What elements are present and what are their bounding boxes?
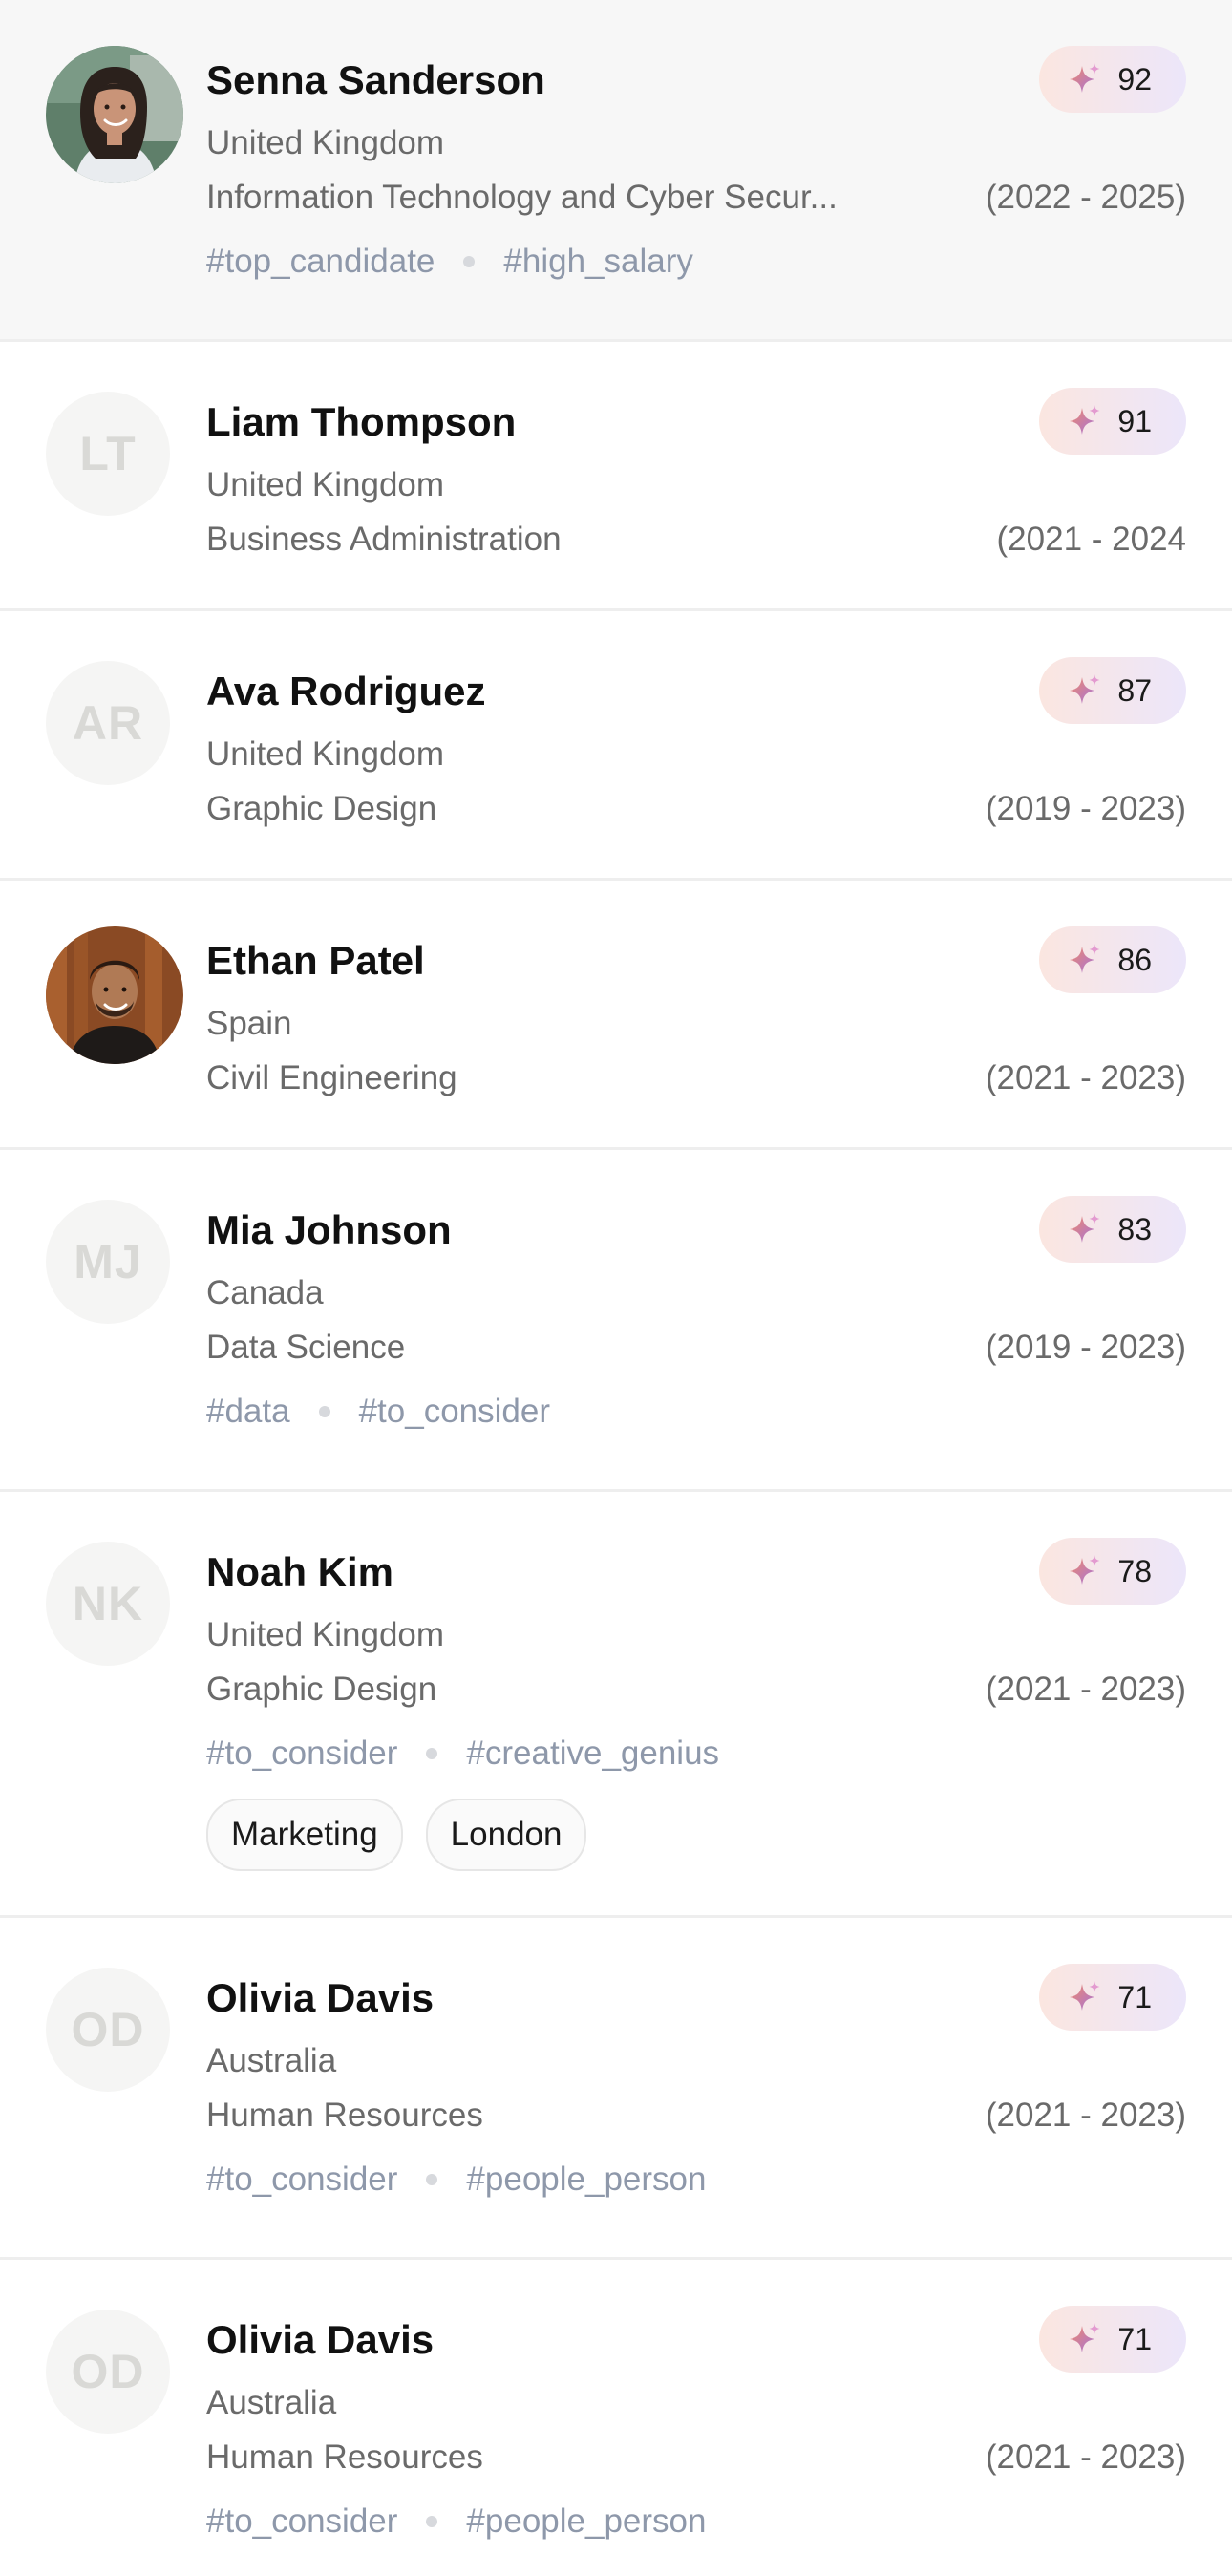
match-score-value: 83	[1117, 1211, 1152, 1246]
avatar-initials: LT	[46, 392, 170, 516]
sparkle-icon	[1070, 1981, 1100, 2011]
candidate-study-years: (2021 - 2023)	[985, 2438, 1186, 2476]
match-score-value: 87	[1117, 672, 1152, 708]
candidate-field-of-study: Information Technology and Cyber Secur..…	[206, 179, 838, 216]
tag-list: #data #to_consider	[206, 1378, 1186, 1445]
tag-list: #top_candidate #high_salary	[206, 228, 1186, 295]
candidate-study-years: (2021 - 2023)	[985, 1059, 1186, 1096]
avatar-initials: OD	[46, 2310, 170, 2434]
tag-separator	[426, 2516, 438, 2527]
candidate-field-of-study: Graphic Design	[206, 790, 437, 827]
candidate-card[interactable]: MJ Mia Johnson 83 Canada Data Science (2…	[0, 1150, 1232, 1492]
hashtag-link[interactable]: #to_consider	[206, 2488, 397, 2555]
sparkle-icon	[1070, 1555, 1100, 1585]
candidate-card[interactable]: OD Olivia Davis 71 Australia Human Resou…	[0, 2260, 1232, 2576]
match-score-badge: 78	[1039, 1538, 1186, 1605]
tag-separator	[463, 256, 476, 267]
candidate-study-years: (2019 - 2023)	[985, 1329, 1186, 1366]
candidate-study-years: (2022 - 2025)	[985, 179, 1186, 216]
match-score-value: 91	[1117, 403, 1152, 438]
match-score-badge: 71	[1039, 1964, 1186, 2031]
match-score-badge: 91	[1039, 388, 1186, 455]
avatar-initials: AR	[46, 661, 170, 785]
tag-separator	[318, 1406, 330, 1417]
tag-list: #to_consider #creative_genius	[206, 1720, 1186, 1787]
candidate-country: United Kingdom	[206, 466, 445, 503]
tag-separator	[426, 1748, 438, 1759]
label-chip[interactable]: Marketing	[206, 1799, 403, 1871]
candidate-card[interactable]: LT Liam Thompson 91 United Kingdom Busin…	[0, 342, 1232, 611]
candidate-study-years: (2021 - 2023)	[985, 1671, 1186, 1708]
hashtag-link[interactable]: #to_consider	[206, 1720, 397, 1787]
match-score-value: 78	[1117, 1553, 1152, 1588]
tag-list: #to_consider #people_person	[206, 2488, 1186, 2555]
hashtag-link[interactable]: #creative_genius	[466, 1720, 719, 1787]
hashtag-link[interactable]: #high_salary	[503, 228, 692, 295]
candidate-study-years: (2021 - 2023)	[985, 2097, 1186, 2134]
match-score-badge: 86	[1039, 926, 1186, 993]
candidate-card[interactable]: Ethan Patel 86 Spain Civil Engineering (…	[0, 881, 1232, 1150]
candidate-country: United Kingdom	[206, 735, 445, 773]
candidate-photo	[46, 46, 183, 183]
candidate-country: United Kingdom	[206, 1616, 445, 1653]
avatar	[46, 926, 183, 1064]
sparkle-icon	[1070, 63, 1100, 93]
candidate-photo	[46, 926, 183, 1064]
hashtag-link[interactable]: #to_consider	[359, 1378, 550, 1445]
match-score-value: 86	[1117, 942, 1152, 977]
candidate-card[interactable]: NK Noah Kim 78 United Kingdom Graphic De…	[0, 1492, 1232, 1918]
avatar-initials: MJ	[46, 1200, 170, 1324]
candidate-study-years: (2021 - 2024	[996, 521, 1186, 558]
tag-list: #to_consider #people_person	[206, 2146, 1186, 2213]
candidate-field-of-study: Civil Engineering	[206, 1059, 457, 1096]
hashtag-link[interactable]: #people_person	[466, 2488, 706, 2555]
candidate-field-of-study: Data Science	[206, 1329, 406, 1366]
candidate-field-of-study: Human Resources	[206, 2438, 483, 2476]
candidate-country: Spain	[206, 1005, 292, 1042]
sparkle-icon	[1070, 2323, 1100, 2352]
avatar-initials: OD	[46, 1968, 170, 2092]
candidate-country: Canada	[206, 1274, 324, 1311]
match-score-badge: 87	[1039, 657, 1186, 724]
candidate-card[interactable]: Senna Sanderson 92 United Kingdom Inform…	[0, 0, 1232, 342]
avatar	[46, 46, 183, 183]
sparkle-icon	[1070, 1213, 1100, 1243]
candidate-field-of-study: Graphic Design	[206, 1671, 437, 1708]
candidate-field-of-study: Human Resources	[206, 2097, 483, 2134]
match-score-badge: 83	[1039, 1196, 1186, 1263]
hashtag-link[interactable]: #top_candidate	[206, 228, 435, 295]
candidate-list: Senna Sanderson 92 United Kingdom Inform…	[0, 0, 1232, 2576]
avatar-initials: NK	[46, 1542, 170, 1666]
candidate-country: Australia	[206, 2384, 337, 2421]
label-chip[interactable]: London	[425, 1799, 587, 1871]
sparkle-icon	[1070, 405, 1100, 435]
candidate-field-of-study: Business Administration	[206, 521, 562, 558]
candidate-card[interactable]: OD Olivia Davis 71 Australia Human Resou…	[0, 1918, 1232, 2260]
match-score-value: 92	[1117, 61, 1152, 96]
match-score-value: 71	[1117, 1979, 1152, 2014]
hashtag-link[interactable]: #data	[206, 1378, 290, 1445]
hashtag-link[interactable]: #to_consider	[206, 2146, 397, 2213]
match-score-badge: 92	[1039, 46, 1186, 113]
candidate-country: United Kingdom	[206, 124, 445, 161]
match-score-value: 71	[1117, 2321, 1152, 2356]
tag-separator	[426, 2174, 438, 2185]
chip-list: Marketing London	[206, 1799, 1186, 1871]
candidate-study-years: (2019 - 2023)	[985, 790, 1186, 827]
candidate-card[interactable]: AR Ava Rodriguez 87 United Kingdom Graph…	[0, 611, 1232, 881]
sparkle-icon	[1070, 944, 1100, 973]
hashtag-link[interactable]: #people_person	[466, 2146, 706, 2213]
sparkle-icon	[1070, 674, 1100, 704]
match-score-badge: 71	[1039, 2306, 1186, 2373]
candidate-country: Australia	[206, 2042, 337, 2079]
